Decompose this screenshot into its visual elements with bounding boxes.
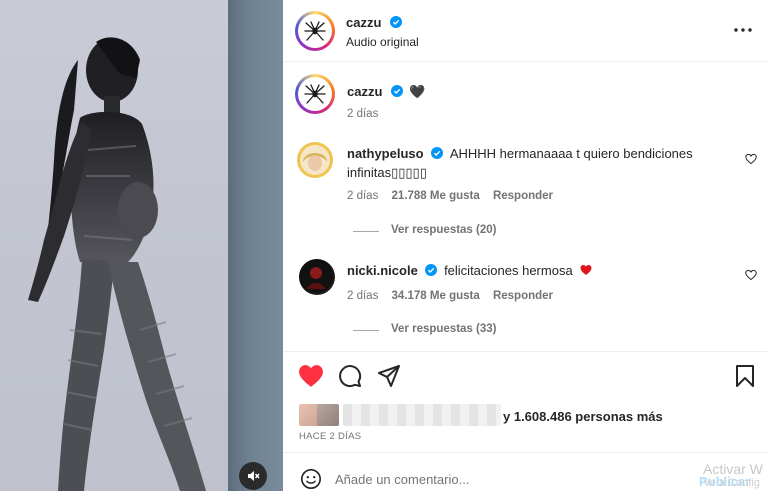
verified-badge-icon	[431, 147, 444, 159]
comment-body: nathypeluso AHHHH hermanaaaa t quiero be…	[347, 145, 693, 163]
windows-activation-watermark: Activar W Ve a Config	[703, 462, 763, 490]
blurred-username	[343, 404, 501, 426]
silhouette-figure-image	[28, 37, 206, 491]
comment-username[interactable]: nicki.nicole	[347, 263, 418, 278]
more-options-button[interactable]	[729, 22, 757, 38]
bookmark-icon	[736, 365, 754, 387]
likes-count[interactable]: y 1.608.486 personas más	[503, 409, 663, 424]
comment-time: 2 días	[347, 190, 379, 202]
watermark-line-1: Activar W	[703, 461, 763, 477]
replies-divider	[353, 330, 379, 331]
comment-like-heart-icon[interactable]	[745, 269, 757, 281]
watermark-line-2: Ve a Config	[703, 477, 760, 489]
comment-meta: 2 días 21.788 Me gusta Responder	[347, 190, 553, 202]
comment-icon	[339, 365, 362, 388]
verified-badge-icon	[425, 264, 438, 276]
commenter-avatar-nicki-nicole[interactable]	[299, 259, 335, 295]
input-divider	[283, 452, 767, 453]
verified-badge-icon	[389, 16, 402, 28]
caption-emoji: 🖤	[409, 84, 426, 99]
commenter-avatar-nathypeluso[interactable]	[297, 142, 333, 178]
comment-input[interactable]	[335, 468, 635, 490]
red-heart-emoji-icon	[580, 265, 592, 275]
like-button[interactable]	[297, 363, 325, 389]
mute-button[interactable]	[239, 462, 267, 490]
verified-badge-icon	[390, 85, 403, 97]
comment-likes[interactable]: 21.788 Me gusta	[392, 190, 480, 202]
actions-divider	[283, 351, 767, 352]
replies-divider	[353, 231, 379, 232]
reply-button[interactable]: Responder	[493, 290, 553, 302]
share-button[interactable]	[375, 363, 403, 389]
share-icon	[378, 365, 400, 387]
reply-button[interactable]: Responder	[493, 190, 553, 202]
comment-text-continued: infinitas▯▯▯▯▯	[347, 165, 427, 180]
comment-like-heart-icon[interactable]	[745, 153, 757, 165]
view-replies-button[interactable]: Ver respuestas (20)	[391, 224, 496, 236]
save-button[interactable]	[731, 363, 759, 389]
audio-label[interactable]: Audio original	[346, 35, 419, 49]
caption: cazzu 🖤	[347, 83, 426, 101]
view-replies-button[interactable]: Ver respuestas (33)	[391, 323, 496, 335]
liked-by-avatars[interactable]	[299, 404, 501, 426]
heart-icon	[299, 365, 323, 387]
avatar-photo	[297, 142, 333, 178]
post-details-panel: cazzu Audio original cazzu 🖤 2 días nath…	[283, 0, 767, 491]
caption-time: 2 días	[347, 108, 379, 120]
post-header: cazzu Audio original	[283, 0, 767, 62]
post-media[interactable]	[0, 0, 283, 491]
comment-text: felicitaciones hermosa	[444, 263, 573, 278]
caption-author-avatar[interactable]	[295, 74, 335, 114]
comment-likes[interactable]: 34.178 Me gusta	[392, 290, 480, 302]
more-options-icon	[734, 28, 752, 32]
blurred-avatar	[317, 404, 339, 426]
emoji-button[interactable]	[299, 467, 323, 491]
comment-text: AHHHH hermanaaaa t quiero bendiciones	[449, 146, 693, 161]
author-avatar[interactable]	[295, 11, 335, 51]
spider-logo-icon	[304, 21, 326, 41]
spider-logo-icon	[304, 84, 326, 104]
comment-button[interactable]	[336, 363, 364, 389]
comment-meta: 2 días 34.178 Me gusta Responder	[347, 290, 553, 302]
comment-body: nicki.nicole felicitaciones hermosa	[347, 262, 593, 280]
post-timestamp[interactable]: HACE 2 DÍAS	[299, 431, 361, 442]
mute-icon	[248, 471, 260, 481]
comment-username[interactable]: nathypeluso	[347, 146, 424, 161]
avatar-photo	[299, 259, 333, 293]
emoji-icon	[301, 469, 321, 489]
comment-time: 2 días	[347, 290, 379, 302]
caption-username[interactable]: cazzu	[347, 84, 382, 99]
author-username[interactable]: cazzu	[346, 15, 381, 30]
